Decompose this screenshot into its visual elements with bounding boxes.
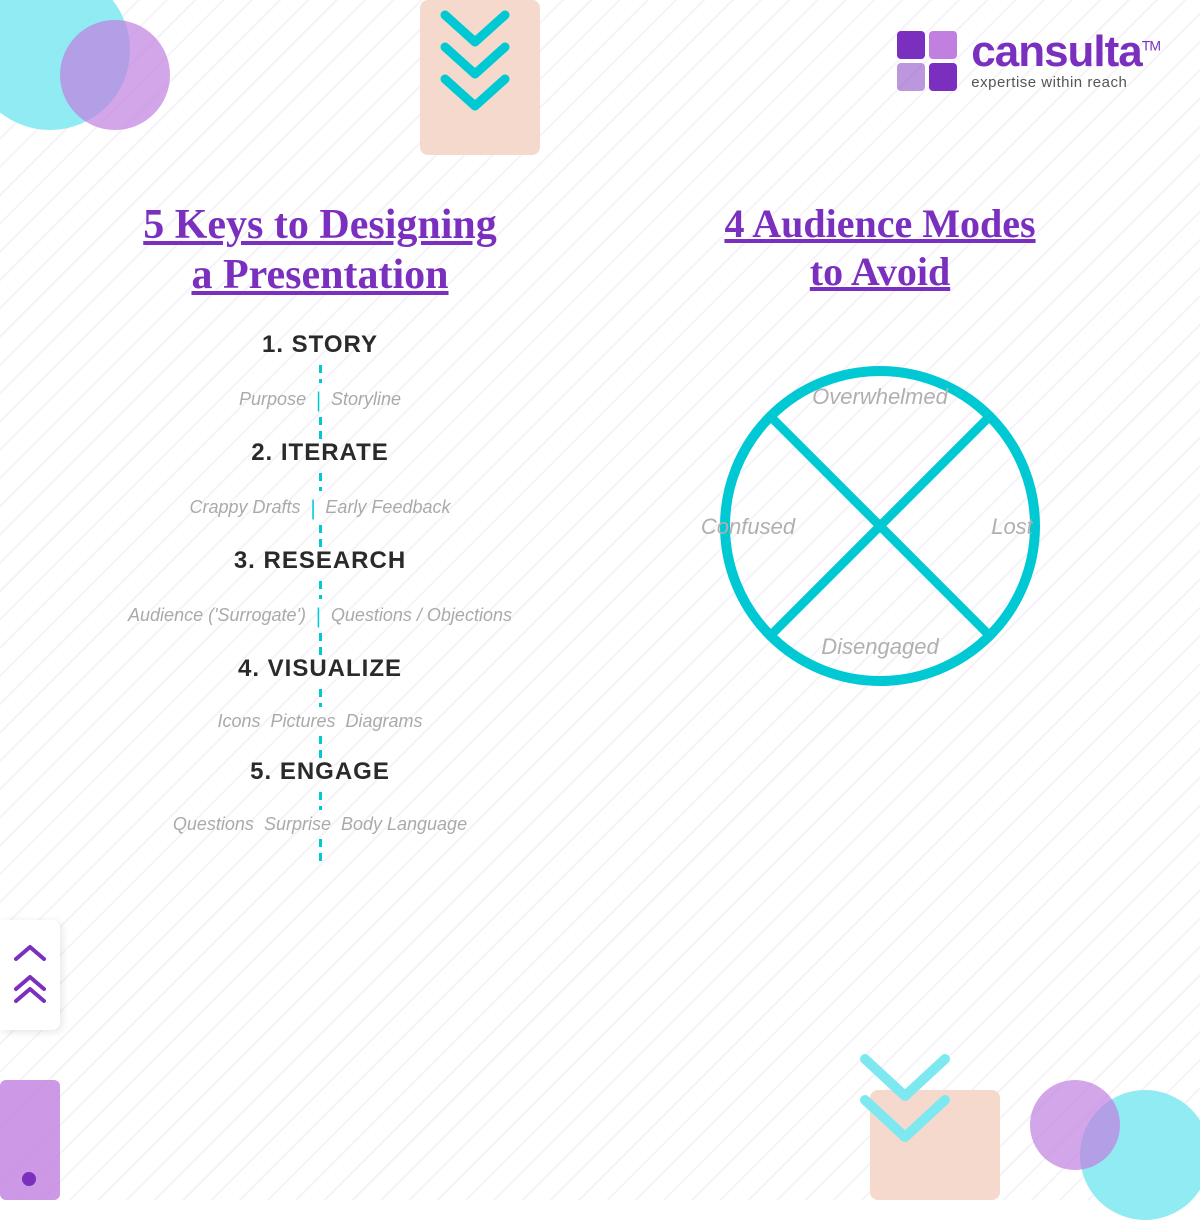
nav-up-icon[interactable]: [12, 941, 48, 965]
left-nav-box[interactable]: [0, 920, 60, 1030]
step-3-label: 3. RESEARCH: [234, 547, 406, 575]
step-5-item-1: Surprise: [264, 814, 331, 835]
step-4-item-0: Icons: [217, 711, 260, 732]
main-title: 5 Keys to Designing a Presentation: [60, 200, 580, 301]
step-1: 1. STORY Purpose | Storyline: [60, 331, 580, 439]
logo-sq-4: [929, 63, 957, 91]
step-3: 3. RESEARCH Audience ('Surrogate') | Que…: [60, 547, 580, 655]
chevrons-bottom-right: [860, 1054, 950, 1150]
logo-area: cansultaTM expertise within reach: [897, 30, 1160, 91]
deco-circle-purple-bottomright: [1030, 1080, 1120, 1170]
logo-sq-3: [897, 63, 925, 91]
chevrons-top: [440, 10, 510, 116]
circle-diagram: Overwhelmed Confused Lost Disengaged: [690, 336, 1070, 716]
logo-tagline: expertise within reach: [971, 74, 1160, 91]
svg-text:Overwhelmed: Overwhelmed: [812, 384, 948, 409]
logo-tm: TM: [1142, 37, 1160, 53]
step-4-items: Icons Pictures Diagrams: [217, 711, 422, 732]
step-2-items: Crappy Drafts | Early Feedback: [190, 495, 451, 521]
step-2-label: 2. ITERATE: [251, 439, 389, 467]
svg-text:Lost: Lost: [991, 514, 1033, 539]
step-3-items: Audience ('Surrogate') | Questions / Obj…: [128, 603, 512, 629]
logo-name: cansultaTM: [971, 30, 1160, 74]
step-4-item-1: Pictures: [270, 711, 335, 732]
step-2: 2. ITERATE Crappy Drafts | Early Feedbac…: [60, 439, 580, 547]
step-3-item-1: Questions / Objections: [331, 605, 512, 626]
step-4: 4. VISUALIZE Icons Pictures Diagrams: [60, 655, 580, 758]
step-1-item-0: Purpose: [239, 389, 306, 410]
step-1-items: Purpose | Storyline: [239, 387, 401, 413]
timeline: 1. STORY Purpose | Storyline 2. ITERATE …: [60, 331, 580, 861]
svg-text:Confused: Confused: [701, 514, 796, 539]
logo-sq-1: [897, 31, 925, 59]
step-5-item-0: Questions: [173, 814, 254, 835]
step-3-item-0: Audience ('Surrogate'): [128, 605, 306, 626]
nav-double-up-icon[interactable]: [12, 973, 48, 1009]
step-5-items: Questions Surprise Body Language: [173, 814, 467, 835]
step-5-label: 5. ENGAGE: [250, 758, 390, 786]
right-title: 4 Audience Modes to Avoid: [724, 200, 1035, 296]
step-4-item-2: Diagrams: [346, 711, 423, 732]
step-2-item-1: Early Feedback: [325, 497, 450, 518]
logo-text-wrap: cansultaTM expertise within reach: [971, 30, 1160, 91]
right-section: 4 Audience Modes to Avoid Overwhelmed Co…: [590, 200, 1170, 716]
svg-text:Disengaged: Disengaged: [821, 634, 939, 659]
step-4-label: 4. VISUALIZE: [238, 655, 402, 683]
deco-dot-bottomleft: [22, 1172, 36, 1186]
logo-squares: [897, 31, 957, 91]
left-section: 5 Keys to Designing a Presentation 1. ST…: [60, 200, 580, 861]
logo-sq-2: [929, 31, 957, 59]
step-1-item-1: Storyline: [331, 389, 401, 410]
step-5-item-2: Body Language: [341, 814, 467, 835]
deco-circle-purple-topleft: [60, 20, 170, 130]
step-5: 5. ENGAGE Questions Surprise Body Langua…: [60, 758, 580, 861]
step-2-item-0: Crappy Drafts: [190, 497, 301, 518]
step-1-label: 1. STORY: [262, 331, 378, 359]
